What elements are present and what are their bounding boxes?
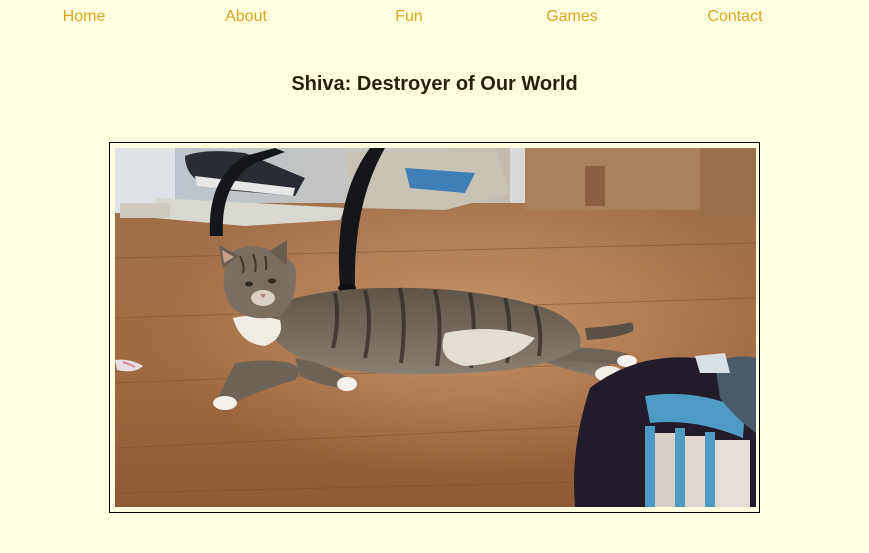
cat-photo: [115, 148, 756, 507]
nav-link-fun[interactable]: Fun: [349, 8, 469, 26]
nav-link-games[interactable]: Games: [512, 8, 632, 26]
nav-link-about[interactable]: About: [186, 8, 306, 26]
nav-link-contact[interactable]: Contact: [675, 8, 795, 26]
main-nav: Home About Fun Games Contact: [0, 0, 869, 36]
page-title: Shiva: Destroyer of Our World: [291, 73, 578, 95]
photo-frame: [109, 142, 760, 513]
nav-link-home[interactable]: Home: [24, 8, 144, 26]
